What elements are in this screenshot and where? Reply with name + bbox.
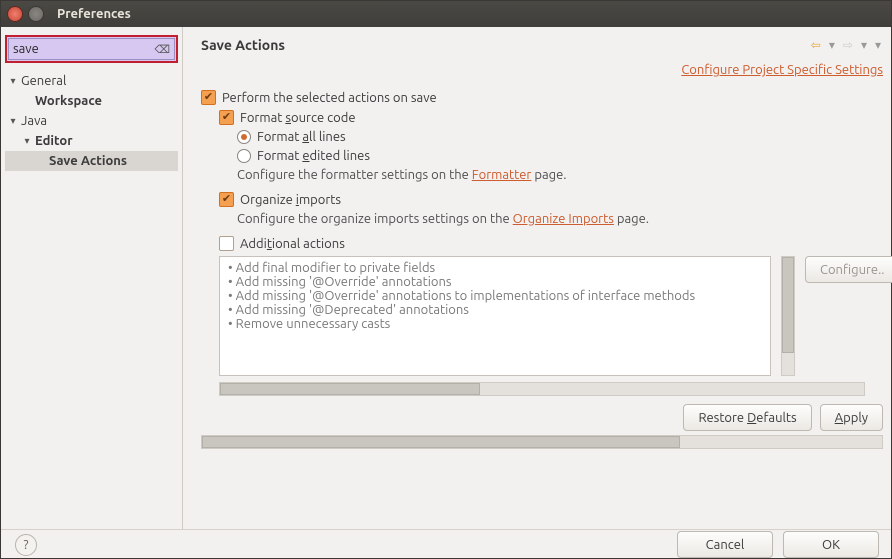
format-source-label: Format source code — [240, 111, 356, 125]
list-item: Add missing '@Override' annotations to i… — [228, 289, 762, 303]
organize-imports-link[interactable]: Organize Imports — [513, 212, 614, 226]
cancel-button[interactable]: Cancel — [677, 531, 773, 558]
tree-item-save-actions[interactable]: Save Actions — [5, 151, 178, 171]
restore-defaults-button[interactable]: Restore Defaults — [683, 404, 811, 431]
perform-actions-checkbox[interactable] — [201, 90, 216, 105]
nav-back-menu-icon[interactable]: ▾ — [827, 38, 837, 52]
titlebar: Preferences — [1, 1, 891, 27]
format-edited-radio[interactable] — [237, 149, 251, 163]
formatter-link[interactable]: Formatter — [472, 168, 532, 182]
tree-item-java[interactable]: ▾ Java — [5, 111, 178, 131]
additional-actions-checkbox[interactable] — [219, 236, 234, 251]
tree-label: Save Actions — [47, 154, 127, 168]
tree-label: Workspace — [33, 94, 102, 108]
expand-icon[interactable]: ▾ — [7, 75, 19, 87]
window-title: Preferences — [57, 7, 131, 21]
list-item: Remove unnecessary casts — [228, 317, 762, 331]
format-all-row[interactable]: Format all lines — [237, 130, 883, 144]
page-title: Save Actions — [201, 37, 285, 53]
format-source-row[interactable]: Format source code — [219, 110, 883, 125]
additional-actions-list: Add final modifier to private fields Add… — [219, 256, 771, 376]
list-item: Add missing '@Deprecated' annotations — [228, 303, 762, 317]
window-close-button[interactable] — [7, 6, 23, 22]
tree-label: Editor — [33, 134, 73, 148]
list-item: Add final modifier to private fields — [228, 261, 762, 275]
format-all-label: Format all lines — [257, 130, 346, 144]
organize-imports-checkbox[interactable] — [219, 192, 234, 207]
format-all-radio[interactable] — [237, 130, 251, 144]
organize-hint: Configure the organize imports settings … — [237, 212, 883, 226]
panel-horizontal-scrollbar[interactable] — [201, 435, 883, 449]
expand-icon[interactable]: ▾ — [21, 135, 33, 147]
filter-search-box[interactable]: ⌫ — [8, 38, 175, 60]
tree-label: Java — [19, 114, 47, 128]
perform-actions-label: Perform the selected actions on save — [222, 91, 437, 105]
nav-forward-icon[interactable]: ⇨ — [841, 38, 855, 52]
project-specific-link[interactable]: Configure Project Specific Settings — [681, 63, 883, 77]
nav-forward-menu-icon[interactable]: ▾ — [859, 38, 869, 52]
expand-icon[interactable]: ▾ — [7, 115, 19, 127]
ok-button[interactable]: OK — [783, 531, 879, 558]
perform-actions-row[interactable]: Perform the selected actions on save — [201, 90, 883, 105]
format-edited-row[interactable]: Format edited lines — [237, 149, 883, 163]
dialog-footer: ? Cancel OK — [1, 529, 891, 559]
search-highlight: ⌫ — [5, 35, 178, 63]
list-horizontal-scrollbar[interactable] — [219, 382, 865, 396]
additional-actions-row[interactable]: Additional actions — [219, 236, 883, 251]
clear-search-icon[interactable]: ⌫ — [154, 43, 170, 56]
apply-button[interactable]: Apply — [820, 404, 883, 431]
view-menu-icon[interactable]: ▾ — [873, 38, 883, 52]
tree-label: General — [19, 74, 66, 88]
preferences-tree[interactable]: ▾ General Workspace ▾ Java ▾ Editor Save… — [5, 69, 178, 173]
tree-item-general[interactable]: ▾ General — [5, 71, 178, 91]
organize-imports-label: Organize imports — [240, 193, 341, 207]
nav-back-icon[interactable]: ⇦ — [809, 38, 823, 52]
preferences-sidebar: ⌫ ▾ General Workspace ▾ Java ▾ Editor — [1, 27, 183, 529]
list-vertical-scrollbar[interactable] — [781, 256, 795, 376]
main-panel: Save Actions ⇦ ▾ ⇨ ▾ ▾ Configure Project… — [183, 27, 891, 529]
additional-actions-label: Additional actions — [240, 237, 345, 251]
window-minimize-button[interactable] — [28, 6, 44, 22]
format-edited-label: Format edited lines — [257, 149, 370, 163]
organize-imports-row[interactable]: Organize imports — [219, 192, 883, 207]
list-item: Add missing '@Override' annotations — [228, 275, 762, 289]
nav-toolbar: ⇦ ▾ ⇨ ▾ ▾ — [809, 38, 883, 52]
format-source-checkbox[interactable] — [219, 110, 234, 125]
tree-item-workspace[interactable]: Workspace — [5, 91, 178, 111]
help-button[interactable]: ? — [15, 534, 37, 556]
tree-item-editor[interactable]: ▾ Editor — [5, 131, 178, 151]
filter-input[interactable] — [13, 42, 154, 56]
configure-additional-button[interactable]: Configure.. — [805, 256, 892, 283]
formatter-hint: Configure the formatter settings on the … — [237, 168, 883, 182]
